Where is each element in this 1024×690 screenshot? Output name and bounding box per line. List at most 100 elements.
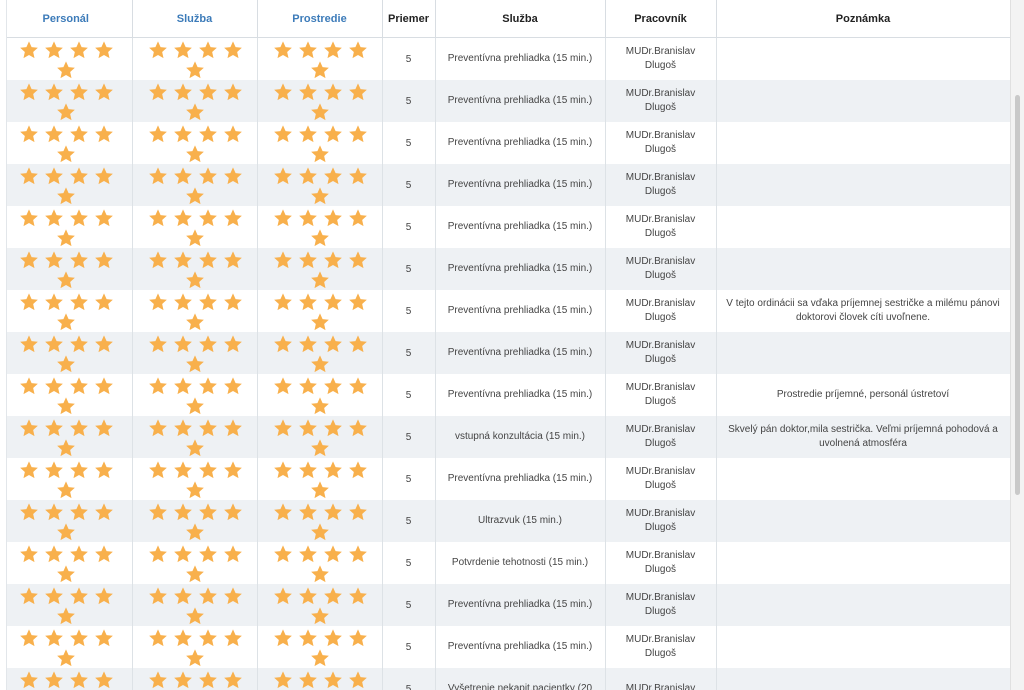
star-icon (173, 292, 193, 312)
star-icon (323, 460, 343, 480)
average-cell: 5 (382, 37, 436, 80)
star-icon (94, 376, 114, 396)
star-icon (148, 628, 168, 648)
star-icon (19, 250, 39, 270)
star-icon (173, 124, 193, 144)
star-icon (185, 270, 205, 290)
star-icon (223, 208, 243, 228)
star-icon (56, 396, 76, 416)
note-cell (716, 500, 1010, 542)
average-cell: 5 (382, 122, 436, 164)
star-icon (19, 376, 39, 396)
star-icon (223, 82, 243, 102)
star-icon (298, 292, 318, 312)
star-icon (185, 648, 205, 668)
star-icon (223, 628, 243, 648)
star-icon (173, 376, 193, 396)
star-icon (310, 354, 330, 374)
star-icon (94, 544, 114, 564)
rating-sluzba-rating (132, 668, 258, 690)
rating-personal (0, 626, 133, 668)
rating-sluzba-rating (132, 290, 258, 332)
note-cell (716, 584, 1010, 626)
table-row: 5 Preventívna prehliadka (15 min.) MUDr.Br… (0, 290, 1010, 332)
average-cell: 5 (382, 332, 436, 374)
star-icon (56, 438, 76, 458)
star-icon (69, 376, 89, 396)
star-icon (223, 166, 243, 186)
header-personal[interactable]: Personál (0, 0, 133, 38)
star-icon (198, 250, 218, 270)
scrollbar-thumb[interactable] (1015, 95, 1020, 495)
star-icon (223, 502, 243, 522)
star-icon (69, 460, 89, 480)
star-icon (19, 124, 39, 144)
star-icon (69, 40, 89, 60)
star-icon (348, 82, 368, 102)
star-icon (94, 124, 114, 144)
star-icon (323, 124, 343, 144)
header-prostredie[interactable]: Prostredie (257, 0, 383, 38)
star-icon (273, 670, 293, 690)
star-icon (56, 228, 76, 248)
star-icon (323, 628, 343, 648)
table-row: 5 Vyšetrenie nekapit.pacientky (20 MUDr.Br… (0, 668, 1010, 690)
service-cell: vstupná konzultácia (15 min.) (435, 416, 606, 458)
star-icon (185, 522, 205, 542)
star-icon (273, 292, 293, 312)
star-icon (273, 502, 293, 522)
rating-sluzba-rating (132, 416, 258, 458)
rating-prostredie (257, 626, 383, 668)
header-poznamka: Poznámka (716, 0, 1010, 38)
star-icon (56, 564, 76, 584)
note-cell (716, 164, 1010, 206)
note-cell (716, 542, 1010, 584)
star-icon (148, 460, 168, 480)
star-icon (198, 376, 218, 396)
star-icon (348, 292, 368, 312)
star-icon (185, 60, 205, 80)
star-icon (298, 502, 318, 522)
header-sluzba: Služba (435, 0, 606, 38)
service-cell: Preventívna prehliadka (15 min.) (435, 248, 606, 290)
service-cell: Preventívna prehliadka (15 min.) (435, 290, 606, 332)
star-icon (19, 166, 39, 186)
average-cell: 5 (382, 290, 436, 332)
star-icon (56, 102, 76, 122)
star-icon (94, 166, 114, 186)
star-icon (298, 40, 318, 60)
star-icon (148, 418, 168, 438)
star-icon (310, 480, 330, 500)
star-icon (148, 166, 168, 186)
star-icon (173, 334, 193, 354)
star-icon (323, 166, 343, 186)
star-icon (323, 544, 343, 564)
service-cell: Preventívna prehliadka (15 min.) (435, 122, 606, 164)
star-icon (148, 544, 168, 564)
star-icon (348, 250, 368, 270)
star-icon (19, 502, 39, 522)
header-sluzba-rating[interactable]: Služba (132, 0, 258, 38)
service-cell: Potvrdenie tehotnosti (15 min.) (435, 542, 606, 584)
star-icon (273, 586, 293, 606)
star-icon (148, 502, 168, 522)
star-icon (69, 208, 89, 228)
worker-cell: MUDr.Branislav (605, 668, 717, 690)
worker-cell: MUDr.Branislav Dlugoš (605, 374, 717, 416)
table-body: 5 Preventívna prehliadka (15 min.) MUDr.Br… (0, 37, 1010, 690)
rating-sluzba-rating (132, 37, 258, 80)
rating-sluzba-rating (132, 122, 258, 164)
star-icon (198, 208, 218, 228)
header-priemer: Priemer (382, 0, 436, 38)
rating-prostredie (257, 500, 383, 542)
star-icon (310, 648, 330, 668)
star-icon (198, 334, 218, 354)
star-icon (185, 396, 205, 416)
average-cell: 5 (382, 374, 436, 416)
table-row: 5 Ultrazvuk (15 min.) MUDr.Branislav Dlugo… (0, 500, 1010, 542)
star-icon (273, 334, 293, 354)
star-icon (56, 354, 76, 374)
star-icon (94, 418, 114, 438)
star-icon (44, 502, 64, 522)
star-icon (348, 418, 368, 438)
